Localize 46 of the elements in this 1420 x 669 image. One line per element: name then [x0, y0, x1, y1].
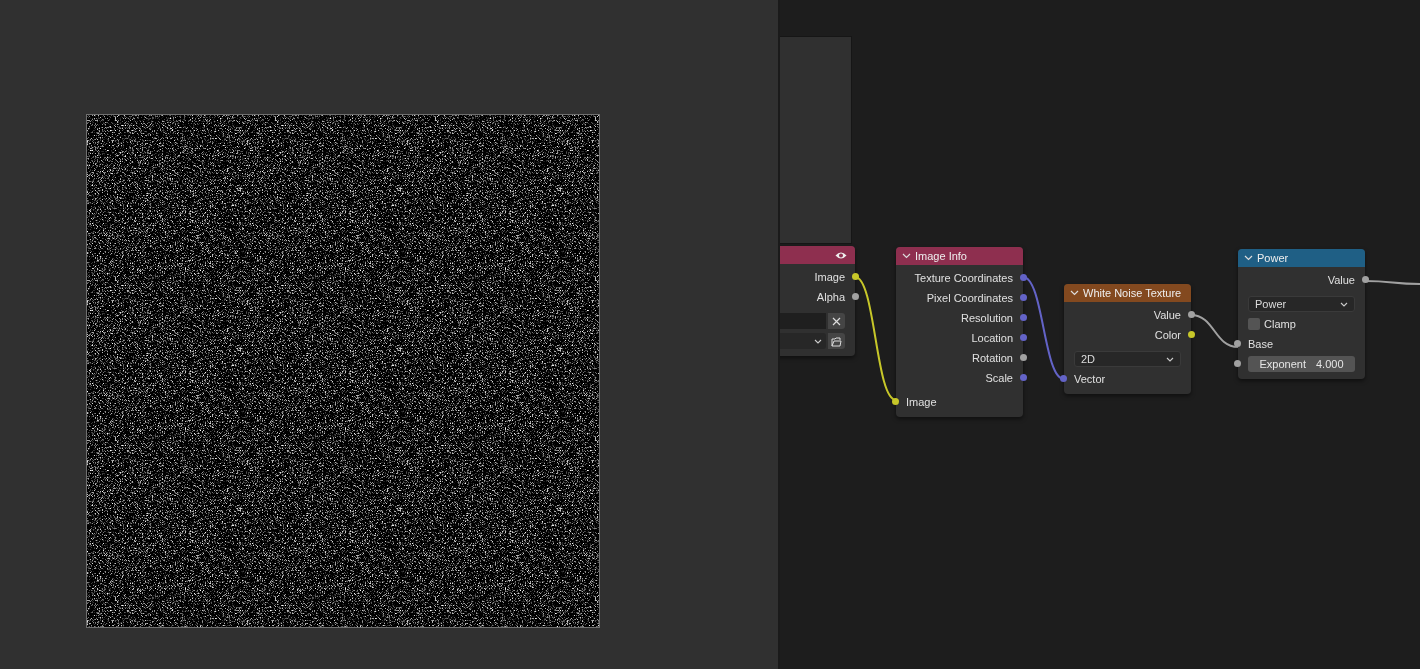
chevron-icon[interactable]: [902, 253, 911, 259]
output-socket[interactable]: [1020, 354, 1027, 361]
caret-icon: [1340, 301, 1348, 307]
socket-label: Pixel Coordinates: [926, 292, 1013, 304]
close-button[interactable]: [828, 313, 845, 329]
node-header[interactable]: Power: [1238, 249, 1365, 267]
chevron-icon[interactable]: [1244, 255, 1253, 261]
node-title: White Noise Texture: [1083, 287, 1182, 299]
socket-label: Color: [1154, 329, 1181, 341]
input-socket[interactable]: [1234, 340, 1241, 347]
socket-label: Image: [906, 396, 937, 408]
folder-icon: [831, 335, 842, 347]
socket-label: Vector: [1074, 373, 1106, 385]
socket-label: Value: [1327, 274, 1355, 286]
socket-label: Value: [1153, 309, 1181, 321]
number-field[interactable]: Exponent 4.000: [1248, 356, 1355, 372]
eye-icon[interactable]: [835, 250, 847, 260]
dropdown[interactable]: Power: [1248, 296, 1355, 312]
checkbox-label: Clamp: [1264, 318, 1296, 330]
socket-label: Rotation: [972, 352, 1013, 364]
socket-label: Scale: [985, 372, 1013, 384]
input-socket[interactable]: [1060, 375, 1067, 382]
caret-icon: [1166, 356, 1174, 362]
output-socket[interactable]: [1188, 311, 1195, 318]
folder-button[interactable]: [828, 333, 845, 349]
node-title: Power: [1257, 252, 1289, 264]
input-socket[interactable]: [1234, 360, 1241, 367]
node-header[interactable]: Image Info: [896, 247, 1023, 265]
close-icon: [832, 316, 841, 326]
node-title: Image Info: [915, 250, 967, 262]
chevron-icon[interactable]: [1070, 290, 1079, 296]
output-socket[interactable]: [1362, 276, 1369, 283]
output-socket[interactable]: [1188, 331, 1195, 338]
dropdown[interactable]: 2D: [1074, 351, 1181, 367]
socket-label: Texture Coordinates: [914, 272, 1013, 284]
checkbox[interactable]: [1248, 318, 1260, 330]
output-socket[interactable]: [852, 273, 859, 280]
input-socket[interactable]: [892, 398, 899, 405]
socket-label: Location: [971, 332, 1013, 344]
socket-label: Alpha: [816, 291, 845, 303]
node-header[interactable]: White Noise Texture: [1064, 284, 1191, 302]
output-socket[interactable]: [852, 293, 859, 300]
caret-icon: [814, 338, 822, 344]
socket-label: Base: [1248, 338, 1274, 350]
socket-label: Resolution: [961, 312, 1013, 324]
socket-label: Image: [814, 271, 845, 283]
